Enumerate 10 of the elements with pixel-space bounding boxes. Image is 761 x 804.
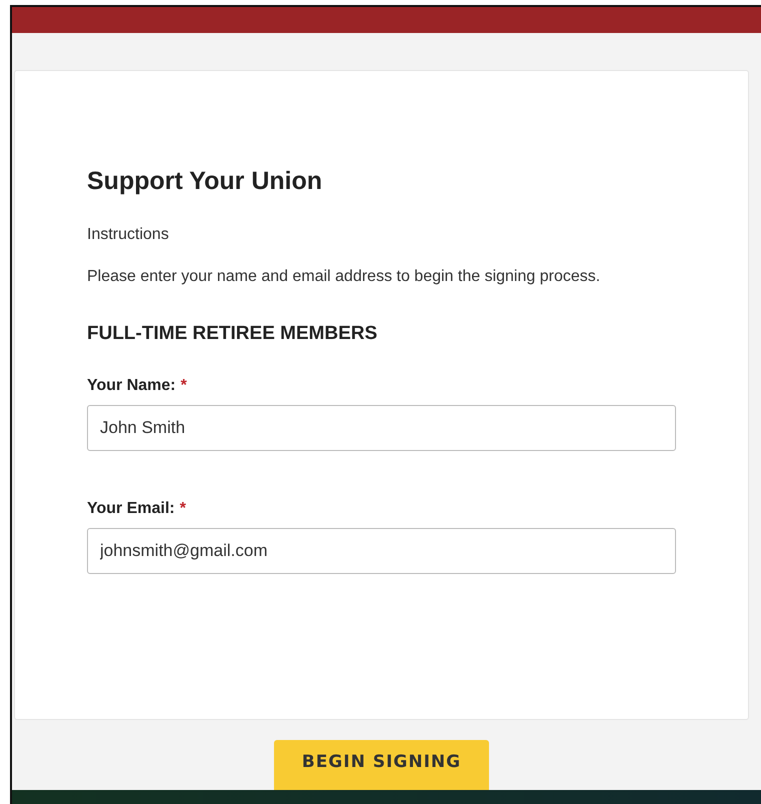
begin-signing-button[interactable]: BEGIN SIGNING xyxy=(274,740,489,790)
instructions-label: Instructions xyxy=(87,225,170,245)
section-heading: FULL-TIME RETIREE MEMBERS xyxy=(87,323,378,345)
input-field[interactable]: John Smith xyxy=(87,405,676,451)
required-mark: * xyxy=(180,500,186,518)
field-label: Your Email: xyxy=(87,500,175,518)
instructions-text: Please enter your name and email address to begin the signing process. xyxy=(87,267,602,287)
field-label: Your Name: xyxy=(87,377,176,395)
form-title: Support Your Union xyxy=(87,167,324,196)
required-mark: * xyxy=(180,377,187,395)
